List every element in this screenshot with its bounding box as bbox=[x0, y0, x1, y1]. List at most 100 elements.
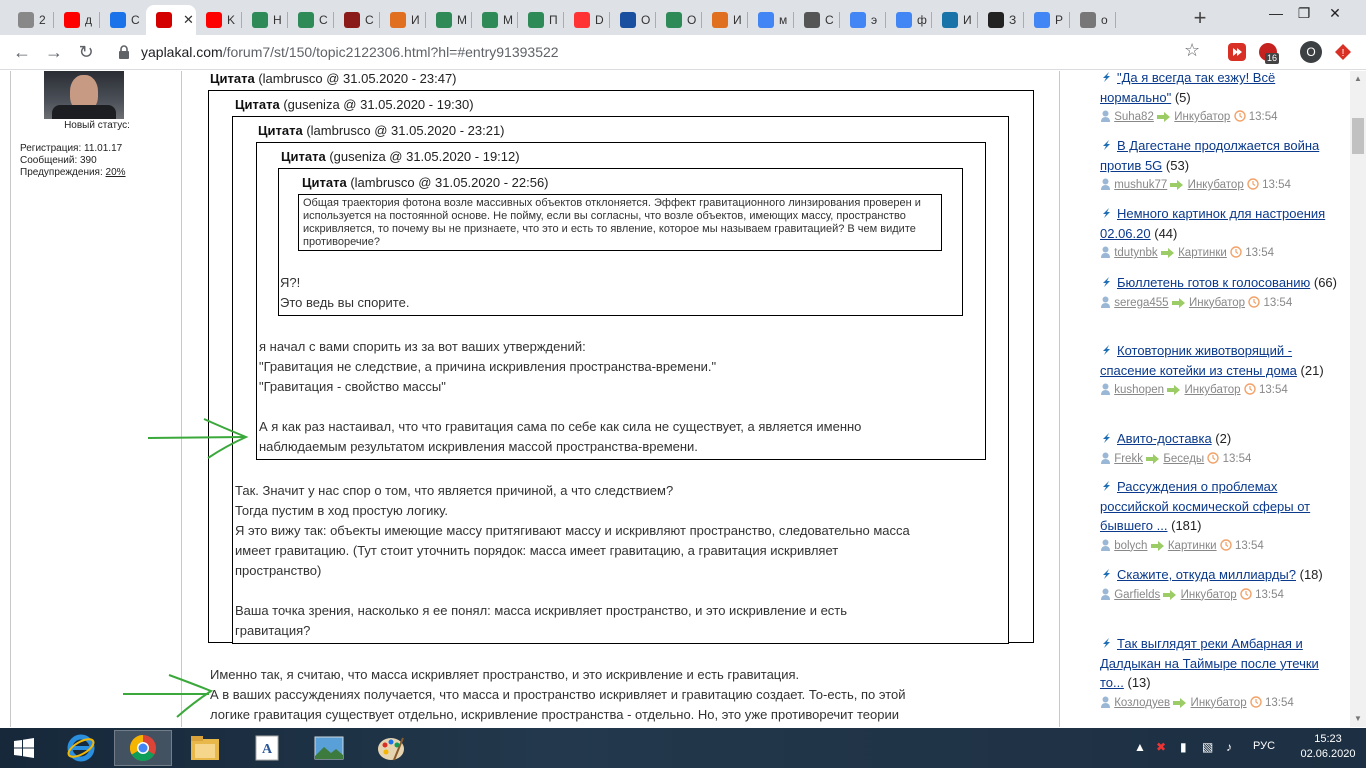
topic-section[interactable]: Инкубатор bbox=[1189, 297, 1245, 309]
browser-tab[interactable]: K bbox=[196, 5, 242, 35]
topic-link[interactable]: Бюллетень готов к голосованию bbox=[1117, 275, 1310, 290]
warnings-link[interactable]: 20% bbox=[106, 167, 126, 178]
adblock-extension-icon[interactable]: 16 bbox=[1259, 43, 1280, 64]
google-icon bbox=[896, 12, 912, 28]
asterisk-icon bbox=[436, 12, 452, 28]
paint-taskbar-icon[interactable] bbox=[362, 730, 420, 766]
browser-tab[interactable]: 2 bbox=[8, 5, 54, 35]
word-taskbar-icon[interactable]: A bbox=[238, 730, 296, 766]
tab-label: ф bbox=[917, 13, 927, 27]
browser-tab[interactable]: O bbox=[610, 5, 656, 35]
browser-tab[interactable]: D bbox=[564, 5, 610, 35]
browser-tab[interactable]: C bbox=[794, 5, 840, 35]
topic-time: 13:54 bbox=[1265, 696, 1294, 709]
browser-tab[interactable]: H bbox=[242, 5, 288, 35]
topic-author[interactable]: serega455 bbox=[1114, 297, 1168, 309]
topic-section[interactable]: Инкубатор bbox=[1188, 179, 1244, 191]
topic-section[interactable]: Инкубатор bbox=[1181, 589, 1237, 601]
browser-tab[interactable]: м bbox=[748, 5, 794, 35]
topic-author[interactable]: Frekk bbox=[1114, 453, 1143, 465]
topic-section[interactable]: Инкубатор bbox=[1174, 111, 1230, 123]
sidebar-topic: "Да я всегда так езжу! Всё нормально" (5… bbox=[1100, 71, 1340, 125]
chrome-taskbar-icon[interactable] bbox=[114, 730, 172, 766]
topic-author[interactable]: mushuk77 bbox=[1114, 179, 1167, 191]
tab-label: H bbox=[273, 13, 282, 27]
topic-link[interactable]: Котовторник животворящий - спасение коте… bbox=[1100, 343, 1297, 378]
topic-link[interactable]: Скажите, откуда миллиарды? bbox=[1117, 567, 1296, 582]
browser-tab[interactable]: M bbox=[426, 5, 472, 35]
browser-tab[interactable]: C bbox=[334, 5, 380, 35]
topic-link[interactable]: Авито-доставка bbox=[1117, 431, 1212, 446]
browser-tab[interactable]: э bbox=[840, 5, 886, 35]
browser-tab[interactable]: И bbox=[932, 5, 978, 35]
update-alert-icon[interactable]: ! bbox=[1334, 43, 1352, 61]
battery-icon[interactable]: ▮ bbox=[1180, 740, 1187, 754]
user-icon bbox=[1101, 178, 1110, 190]
extension-icon[interactable] bbox=[1228, 43, 1246, 61]
topic-arrow-icon bbox=[1103, 433, 1110, 443]
topic-author[interactable]: Garfields bbox=[1114, 589, 1160, 601]
bookmark-star-icon[interactable]: ☆ bbox=[1184, 40, 1200, 61]
topic-section[interactable]: Беседы bbox=[1163, 453, 1204, 465]
network-alert-icon[interactable]: ✖ bbox=[1156, 740, 1166, 754]
close-window-button[interactable]: ✕ bbox=[1320, 0, 1350, 30]
topic-author[interactable]: Suha82 bbox=[1114, 111, 1154, 123]
forward-button[interactable]: → bbox=[41, 39, 67, 65]
topic-author[interactable]: bolych bbox=[1114, 540, 1147, 552]
url-field[interactable]: yaplakal.com/forum7/st/150/topic2122306.… bbox=[141, 44, 559, 60]
clock-icon bbox=[1240, 587, 1252, 600]
topic-author[interactable]: tdutynbk bbox=[1114, 247, 1157, 259]
scroll-down-button[interactable]: ▼ bbox=[1350, 711, 1366, 727]
browser-tab[interactable]: o bbox=[1070, 5, 1116, 35]
topic-link[interactable]: Рассуждения о проблемах российской косми… bbox=[1100, 479, 1310, 533]
topic-author[interactable]: kushopen bbox=[1114, 384, 1164, 396]
avatar[interactable] bbox=[44, 71, 124, 119]
maximize-button[interactable]: ❐ bbox=[1289, 0, 1319, 30]
browser-tab[interactable]: П bbox=[518, 5, 564, 35]
tab-close-icon[interactable]: ✕ bbox=[183, 12, 194, 28]
topic-link[interactable]: Немного картинок для настроения 02.06.20 bbox=[1100, 206, 1325, 241]
browser-tab[interactable]: З bbox=[978, 5, 1024, 35]
file-explorer-taskbar-icon[interactable] bbox=[176, 730, 234, 766]
topic-link[interactable]: В Дагестане продолжается война против 5G bbox=[1100, 138, 1319, 173]
volume-icon[interactable]: ♪ bbox=[1226, 740, 1232, 754]
photo-viewer-taskbar-icon[interactable] bbox=[300, 730, 358, 766]
signal-icon[interactable]: ▧ bbox=[1202, 740, 1213, 754]
topic-author[interactable]: Козлодуев bbox=[1114, 697, 1170, 709]
browser-tab[interactable]: ✕ bbox=[146, 5, 196, 35]
browser-tab[interactable]: C bbox=[100, 5, 146, 35]
topic-count: (66) bbox=[1313, 275, 1337, 290]
browser-tab[interactable]: И bbox=[702, 5, 748, 35]
topic-section[interactable]: Инкубатор bbox=[1184, 384, 1240, 396]
browser-tab[interactable]: P bbox=[1024, 5, 1070, 35]
user-icon bbox=[1101, 452, 1110, 464]
topic-time: 13:54 bbox=[1245, 247, 1275, 259]
new-tab-button[interactable]: + bbox=[1188, 5, 1212, 31]
scroll-thumb[interactable] bbox=[1352, 118, 1364, 154]
globe-icon bbox=[1080, 12, 1096, 28]
language-indicator[interactable]: РУС bbox=[1253, 740, 1275, 752]
vertical-scrollbar[interactable]: ▲ ▼ bbox=[1350, 71, 1366, 727]
internet-explorer-taskbar-icon[interactable] bbox=[52, 730, 110, 766]
asterisk-icon bbox=[528, 12, 544, 28]
clock[interactable]: 15:23 02.06.2020 bbox=[1300, 732, 1356, 762]
svg-text:!: ! bbox=[1342, 48, 1345, 59]
topic-arrow-icon bbox=[1103, 140, 1110, 150]
browser-tab[interactable]: ф bbox=[886, 5, 932, 35]
profile-avatar[interactable]: O bbox=[1300, 41, 1322, 63]
topic-section[interactable]: Картинки bbox=[1178, 247, 1227, 259]
browser-tab[interactable]: д bbox=[54, 5, 100, 35]
show-hidden-icons[interactable]: ▲ bbox=[1134, 740, 1146, 754]
topic-section[interactable]: Инкубатор bbox=[1191, 697, 1247, 709]
browser-tab[interactable]: И bbox=[380, 5, 426, 35]
quote-header: Цитата (lambrusco @ 31.05.2020 - 22:56) bbox=[302, 175, 549, 190]
scroll-up-button[interactable]: ▲ bbox=[1350, 71, 1366, 87]
reload-button[interactable]: ↻ bbox=[73, 39, 99, 65]
minimize-button[interactable]: — bbox=[1261, 0, 1291, 30]
back-button[interactable]: ← bbox=[9, 39, 35, 65]
start-button[interactable] bbox=[0, 730, 48, 766]
topic-section[interactable]: Картинки bbox=[1168, 540, 1217, 552]
browser-tab[interactable]: O bbox=[656, 5, 702, 35]
browser-tab[interactable]: C bbox=[288, 5, 334, 35]
browser-tab[interactable]: M bbox=[472, 5, 518, 35]
